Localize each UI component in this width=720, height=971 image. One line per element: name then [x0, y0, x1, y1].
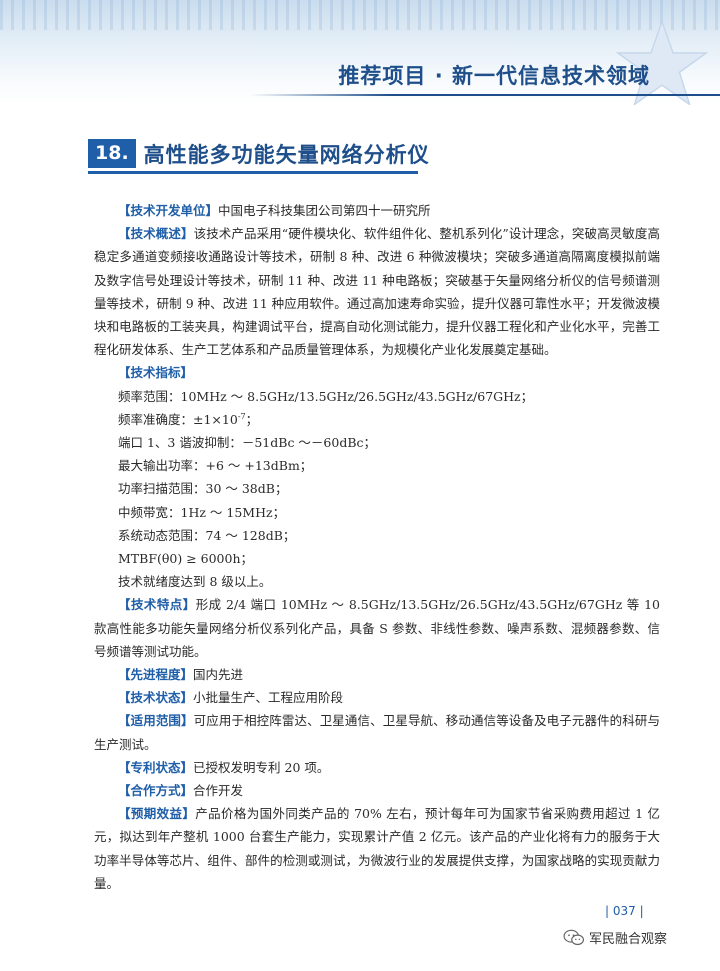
wechat-icon	[563, 929, 585, 945]
scope-label: 【适用范围】	[118, 713, 194, 729]
features-label: 【技术特点】	[118, 597, 196, 613]
benefit-label: 【预期效益】	[118, 806, 196, 822]
spec-freq-accuracy-base: 频率准确度：±1×10	[118, 411, 238, 427]
header-banner: 推荐项目 · 新一代信息技术领域	[0, 0, 720, 105]
status-label: 【技术状态】	[118, 690, 194, 706]
patent-paragraph: 【专利状态】已授权发明专利 20 项。	[94, 756, 660, 779]
advancement-paragraph: 【先进程度】国内先进	[94, 663, 660, 686]
overview-paragraph: 【技术概述】该技术产品采用“硬件模块化、软件组件化、整机系列化”设计理念，突破高…	[94, 222, 660, 361]
overview-label: 【技术概述】	[118, 226, 194, 242]
section-heading: 18. 高性能多功能矢量网络分析仪	[88, 137, 430, 170]
spec-freq-range: 频率范围：10MHz ～ 8.5GHz/13.5GHz/26.5GHz/43.5…	[118, 388, 534, 404]
status-text: 小批量生产、工程应用阶段	[193, 690, 344, 706]
page-number: | 037 |	[605, 904, 644, 918]
spec-if-bandwidth: 中频带宽：1Hz ～ 15MHz；	[118, 504, 286, 520]
section-number: 18.	[88, 139, 136, 168]
patent-text: 已授权发明专利 20 项。	[193, 759, 330, 775]
spec-harmonic: 端口 1、3 谐波抑制：－51dBc ～－60dBc；	[118, 435, 377, 451]
spec-freq-accuracy-exponent: -7	[237, 411, 246, 421]
spec-power-sweep: 功率扫描范围：30 ～ 38dB；	[118, 481, 288, 497]
cooperation-label: 【合作方式】	[118, 783, 194, 799]
header-title: 推荐项目 · 新一代信息技术领域	[338, 64, 650, 88]
unit-label: 【技术开发单位】	[118, 203, 219, 218]
specs-label: 【技术指标】	[118, 365, 194, 381]
features-paragraph: 【技术特点】形成 2/4 端口 10MHz ～ 8.5GHz/13.5GHz/2…	[94, 593, 660, 663]
spec-dynamic-range: 系统动态范围：74 ～ 128dB；	[118, 527, 296, 543]
status-paragraph: 【技术状态】小批量生产、工程应用阶段	[94, 686, 660, 709]
spec-freq-accuracy: 频率准确度：±1×10-7；	[94, 408, 660, 431]
overview-text: 该技术产品采用“硬件模块化、软件组件化、整机系列化”设计理念，突破高灵敏度高稳定…	[94, 226, 660, 358]
spec-readiness: 技术就绪度达到 8 级以上。	[118, 574, 272, 590]
article-body: 【技术开发单位】中国电子科技集团公司第四十一研究所 【技术概述】该技术产品采用“…	[94, 199, 660, 895]
patent-label: 【专利状态】	[118, 759, 194, 775]
scope-paragraph: 【适用范围】可应用于相控阵雷达、卫星通信、卫星导航、移动通信等设备及电子元器件的…	[94, 709, 660, 755]
spec-max-power: 最大输出功率：+6 ～ +13dBm；	[118, 458, 313, 474]
specs-heading: 【技术指标】	[94, 361, 660, 384]
banner-decoration	[0, 0, 720, 30]
title-underline	[88, 171, 418, 174]
unit-text: 中国电子科技集团公司第四十一研究所	[218, 203, 431, 218]
advancement-text: 国内先进	[193, 667, 244, 683]
cooperation-text: 合作开发	[193, 783, 244, 799]
watermark: 军民融合观察	[563, 928, 667, 947]
spec-freq-accuracy-end: ；	[245, 411, 259, 427]
benefit-paragraph: 【预期效益】产品价格为国外同类产品的 70% 左右，预计每年可为国家节省采购费用…	[94, 802, 660, 895]
advancement-label: 【先进程度】	[118, 667, 194, 683]
watermark-text: 军民融合观察	[589, 932, 668, 947]
spec-mtbf: MTBF(θ0) ≥ 6000h；	[118, 551, 254, 567]
header-rule	[250, 94, 720, 96]
cooperation-paragraph: 【合作方式】合作开发	[94, 779, 660, 802]
section-title: 高性能多功能矢量网络分析仪	[143, 142, 430, 167]
unit-paragraph: 【技术开发单位】中国电子科技集团公司第四十一研究所	[94, 199, 660, 222]
